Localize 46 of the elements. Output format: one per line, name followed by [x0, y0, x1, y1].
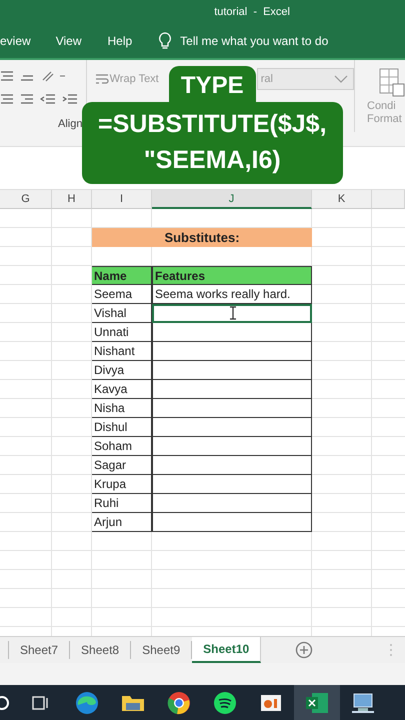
table-cell: Seema: [92, 285, 152, 304]
menu-tab[interactable]: Help: [107, 34, 132, 48]
column-header[interactable]: I: [92, 190, 152, 209]
group-label: Align: [58, 118, 84, 130]
sheet-tab[interactable]: Sheet10: [192, 637, 262, 663]
conditional-formatting-icon[interactable]: [379, 68, 405, 98]
music-app-icon[interactable]: [212, 690, 238, 716]
column-header[interactable]: H: [52, 190, 92, 209]
table-cell: Ruhi: [92, 494, 152, 513]
table-header-cell: Features: [152, 266, 312, 285]
text-cursor-icon[interactable]: [229, 306, 237, 320]
table-cell: Dishul: [92, 418, 152, 437]
sheet-tab[interactable]: Sheet7: [9, 641, 70, 659]
column-header[interactable]: J: [152, 190, 312, 209]
align-lines-icon[interactable]: [0, 69, 14, 83]
table-cell: Soham: [92, 437, 152, 456]
menu-tab[interactable]: View: [56, 34, 82, 48]
table-cell: Kavya: [92, 380, 152, 399]
caption-label: TYPE: [168, 66, 256, 102]
browser-icon[interactable]: [74, 690, 100, 716]
table-cell: Unnati: [92, 323, 152, 342]
table-cell: Nisha: [92, 399, 152, 418]
add-sheet-icon[interactable]: [295, 641, 314, 659]
table-cell: Divya: [92, 361, 152, 380]
align-right-icon[interactable]: [20, 92, 34, 106]
tell-me-search[interactable]: Tell me what you want to do: [180, 34, 328, 48]
increase-indent-icon[interactable]: [62, 92, 78, 106]
title-cell: Substitutes:: [92, 228, 312, 247]
align-lines-icon[interactable]: [0, 92, 14, 106]
window-title: tutorial - Excel: [214, 6, 290, 18]
table-cell: Vishal: [92, 304, 152, 323]
sheet-tab[interactable]: Sheet8: [70, 641, 132, 659]
table-cell: Krupa: [92, 475, 152, 494]
table-cell: Nishant: [92, 342, 152, 361]
selected-cell[interactable]: [152, 304, 312, 323]
column-header[interactable]: K: [312, 190, 372, 209]
table-cell: Arjun: [92, 513, 152, 532]
wrap-text-icon[interactable]: [94, 72, 109, 86]
table-cell: Sagar: [92, 456, 152, 475]
caption-formula: =SUBSTITUTE($J$, "SEEMA,I6): [82, 102, 343, 184]
lightbulb-icon[interactable]: [158, 32, 172, 50]
column-header[interactable]: G: [0, 190, 52, 209]
menu-tab[interactable]: eview: [0, 34, 31, 48]
decrease-indent-icon[interactable]: [40, 92, 56, 106]
table-cell: Seema works really hard.: [152, 285, 312, 304]
table-header-cell: Name: [92, 266, 152, 285]
